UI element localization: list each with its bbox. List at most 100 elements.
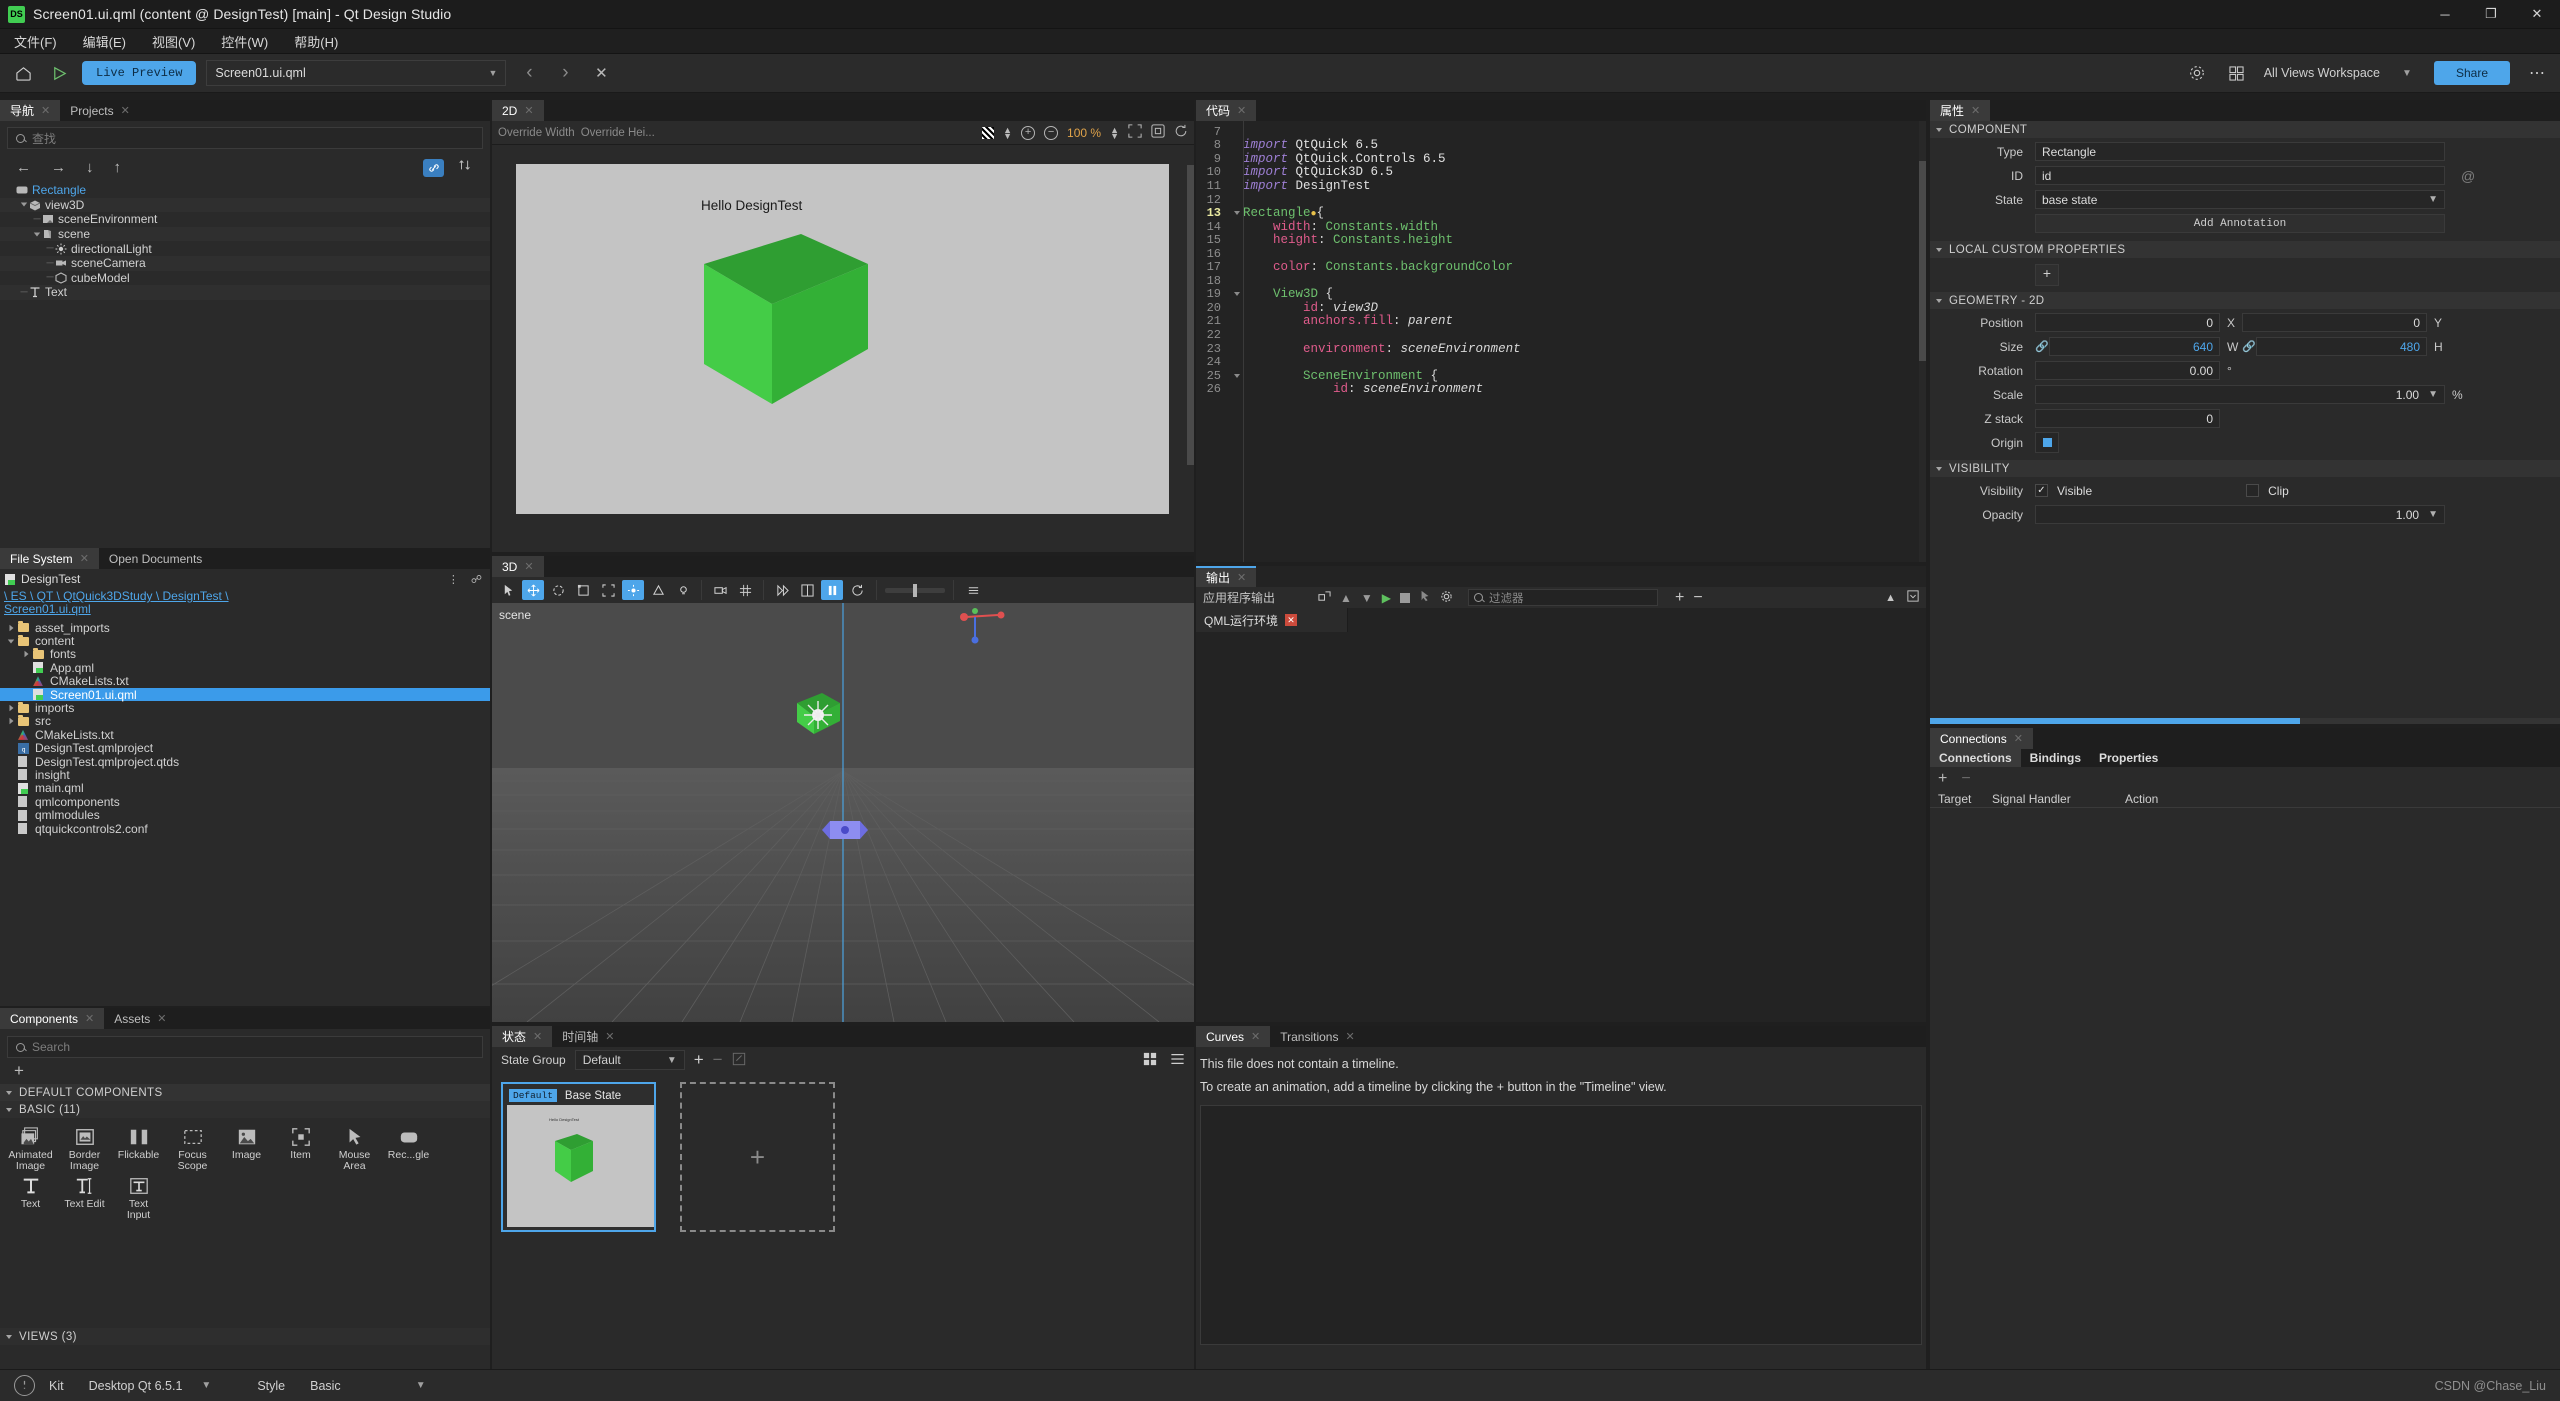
code-line[interactable]: 19 View3D { bbox=[1196, 287, 1926, 301]
tab-3d[interactable]: 3D ✕ bbox=[492, 556, 544, 577]
output-filter-input[interactable]: 过滤器 bbox=[1468, 589, 1659, 606]
workspace-selector[interactable]: All Views Workspace bbox=[2264, 66, 2380, 80]
pause-icon[interactable] bbox=[821, 580, 843, 600]
checkerboard-icon[interactable] bbox=[982, 126, 995, 139]
visible-checkbox[interactable]: ✓ bbox=[2035, 484, 2048, 497]
link-sync-icon[interactable]: ☍ bbox=[471, 573, 482, 586]
zoom-out-icon[interactable]: − bbox=[1693, 589, 1702, 607]
expander-right-icon[interactable] bbox=[4, 624, 18, 632]
tab-states[interactable]: 状态 ✕ bbox=[492, 1026, 553, 1047]
subtab-connections[interactable]: Connections bbox=[1930, 749, 2021, 767]
code-line[interactable]: 23 environment: sceneEnvironment bbox=[1196, 342, 1926, 356]
close-icon[interactable]: ✕ bbox=[1237, 104, 1246, 117]
navigator-item-scenecamera[interactable]: ─ sceneCamera bbox=[0, 255, 490, 271]
filesystem-item[interactable]: qmlmodules bbox=[0, 808, 490, 822]
share-button[interactable]: Share bbox=[2433, 61, 2510, 85]
size-h-field[interactable]: 480 bbox=[2256, 337, 2427, 356]
code-editor[interactable]: 7 8 import QtQuick 6.5 9 import QtQuick.Cont… bbox=[1196, 121, 1926, 562]
code-line[interactable]: 7 bbox=[1196, 125, 1926, 139]
filesystem-item[interactable]: src bbox=[0, 714, 490, 728]
close-icon[interactable]: ✕ bbox=[1251, 1030, 1260, 1043]
more-options-icon[interactable]: ⋯ bbox=[2524, 60, 2550, 86]
annotation-icon[interactable] bbox=[2184, 60, 2210, 86]
add-custom-property-button[interactable]: + bbox=[2035, 263, 2059, 286]
reset-view-icon[interactable] bbox=[1174, 124, 1188, 141]
kit-selector[interactable]: Kit Desktop Qt 6.5.1 ▼ bbox=[49, 1379, 211, 1393]
tab-components[interactable]: Components ✕ bbox=[0, 1008, 105, 1029]
grid-layout-icon[interactable] bbox=[2224, 60, 2250, 86]
scale-tool-icon[interactable] bbox=[572, 580, 594, 600]
tab-output[interactable]: 输出 ✕ bbox=[1196, 566, 1257, 587]
more-3d-icon[interactable] bbox=[962, 580, 984, 600]
link-width-icon[interactable]: 🔗 bbox=[2035, 340, 2049, 353]
close-icon[interactable]: ✕ bbox=[1345, 1030, 1354, 1043]
component-item[interactable]: Focus Scope bbox=[171, 1126, 214, 1172]
code-line[interactable]: 22 bbox=[1196, 328, 1926, 342]
tab-properties[interactable]: 属性 ✕ bbox=[1930, 100, 1991, 121]
tab-transitions[interactable]: Transitions ✕ bbox=[1270, 1026, 1365, 1047]
filesystem-item[interactable]: CMakeLists.txt bbox=[0, 728, 490, 742]
close-icon[interactable]: ✕ bbox=[85, 1012, 94, 1025]
position-x-field[interactable]: 0 bbox=[2035, 313, 2220, 332]
components-search-input[interactable]: Search bbox=[7, 1036, 483, 1058]
override-height-input[interactable]: Override Hei... bbox=[581, 127, 655, 139]
tab-curves[interactable]: Curves ✕ bbox=[1196, 1026, 1271, 1047]
views-group-header[interactable]: VIEWS (3) bbox=[0, 1328, 490, 1345]
close-icon[interactable]: ✕ bbox=[605, 1030, 614, 1043]
menu-file[interactable]: 文件(F) bbox=[14, 32, 57, 51]
component-item[interactable]: Mouse Area bbox=[333, 1126, 376, 1172]
code-line[interactable]: 25 SceneEnvironment { bbox=[1196, 369, 1926, 383]
remove-state-button[interactable]: − bbox=[713, 1050, 723, 1070]
zoom-in-icon[interactable]: + bbox=[1021, 125, 1036, 140]
code-line[interactable]: 17 color: Constants.backgroundColor bbox=[1196, 260, 1926, 274]
workspace-chevron-icon[interactable]: ▼ bbox=[2394, 60, 2420, 86]
add-state-button[interactable]: + bbox=[694, 1050, 704, 1070]
grid-view-icon[interactable] bbox=[1143, 1052, 1157, 1069]
fold-toggle-icon[interactable] bbox=[1230, 292, 1243, 297]
expander-right-icon[interactable] bbox=[4, 704, 18, 712]
filesystem-root-row[interactable]: DesignTest ⋮ ☍ bbox=[0, 569, 490, 589]
zoom-out-icon[interactable]: − bbox=[1044, 125, 1059, 140]
zstack-field[interactable]: 0 bbox=[2035, 409, 2220, 428]
tab-2d[interactable]: 2D ✕ bbox=[492, 100, 544, 121]
component-item[interactable]: Item bbox=[279, 1126, 322, 1172]
tab-code[interactable]: 代码 ✕ bbox=[1196, 100, 1257, 121]
code-line[interactable]: 9 import QtQuick.Controls 6.5 bbox=[1196, 152, 1926, 166]
list-view-icon[interactable] bbox=[1170, 1052, 1185, 1069]
run-icon[interactable] bbox=[46, 60, 72, 86]
tab-timeline[interactable]: 时间轴 ✕ bbox=[552, 1026, 625, 1047]
fit-selection-icon[interactable] bbox=[1128, 124, 1142, 141]
nav-forward-button[interactable]: › bbox=[552, 60, 578, 86]
canvas-scrollbar[interactable] bbox=[1187, 145, 1194, 552]
expander-down-icon[interactable] bbox=[32, 232, 42, 237]
prev-icon[interactable]: ▲ bbox=[1340, 591, 1352, 605]
code-line[interactable]: 24 bbox=[1196, 355, 1926, 369]
filesystem-item[interactable]: qtquickcontrols2.conf bbox=[0, 822, 490, 836]
code-line[interactable]: 14 width: Constants.width bbox=[1196, 220, 1926, 234]
align-camera-icon[interactable] bbox=[622, 580, 644, 600]
close-icon[interactable]: ✕ bbox=[1971, 104, 1980, 117]
component-item[interactable]: Text Edit bbox=[63, 1175, 106, 1221]
filesystem-item[interactable]: imports bbox=[0, 701, 490, 715]
code-line[interactable]: 8 import QtQuick 6.5 bbox=[1196, 138, 1926, 152]
code-line[interactable]: 12 bbox=[1196, 193, 1926, 207]
menu-edit[interactable]: 编辑(E) bbox=[83, 32, 126, 51]
add-connection-button[interactable]: + bbox=[1938, 770, 1947, 788]
breadcrumb-file[interactable]: Screen01.ui.qml bbox=[4, 603, 486, 616]
move-right-icon[interactable]: → bbox=[51, 159, 66, 176]
expander-down-icon[interactable] bbox=[4, 639, 18, 644]
grid-toggle-icon[interactable] bbox=[734, 580, 756, 600]
menu-view[interactable]: 视图(V) bbox=[152, 32, 195, 51]
component-item[interactable]: Text Input bbox=[117, 1175, 160, 1221]
output-log-area[interactable] bbox=[1196, 636, 1926, 1022]
code-line[interactable]: 13 Rectangle●{ bbox=[1196, 206, 1926, 220]
state-field[interactable]: base state ▼ bbox=[2035, 190, 2445, 209]
camera-toggle-icon[interactable] bbox=[709, 580, 731, 600]
style-selector[interactable]: Style Basic ▼ bbox=[257, 1379, 425, 1393]
link-toggle-icon[interactable] bbox=[423, 158, 444, 177]
filesystem-item[interactable]: App.qml bbox=[0, 661, 490, 675]
debug-icon[interactable] bbox=[1419, 590, 1431, 605]
component-item[interactable]: Image bbox=[225, 1126, 268, 1172]
filesystem-item[interactable]: Screen01.ui.qml bbox=[0, 688, 490, 702]
navigator-item-directionallight[interactable]: ─ directionalLight bbox=[0, 241, 490, 256]
